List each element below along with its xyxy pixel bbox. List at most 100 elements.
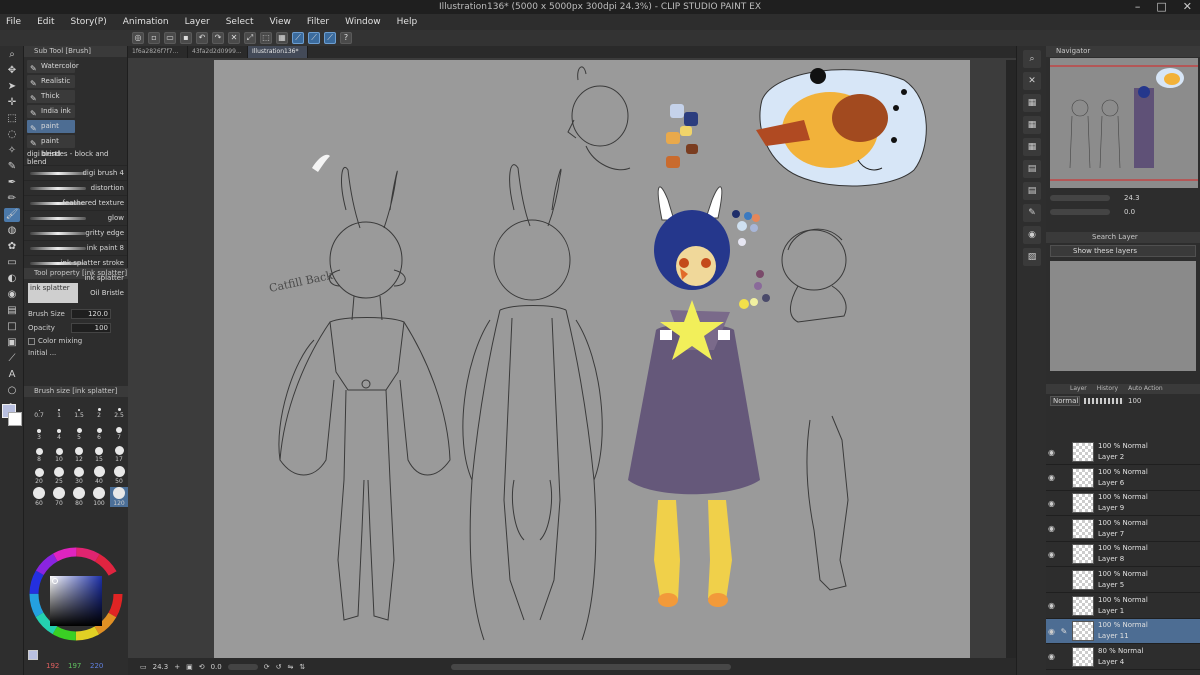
brush-size-option[interactable]: 120 xyxy=(110,487,128,507)
eye-icon[interactable]: ◉ xyxy=(1048,524,1058,533)
brush-size-option[interactable]: 40 xyxy=(90,465,108,485)
snap-special-ruler-icon[interactable]: ⟋ xyxy=(308,32,320,44)
menu-window[interactable]: Window xyxy=(345,17,381,27)
eye-icon[interactable]: ◉ xyxy=(1048,601,1058,610)
brush-size-option[interactable]: 7 xyxy=(110,421,128,441)
move-tool-icon[interactable]: ✥ xyxy=(4,64,20,78)
eye-icon[interactable]: ◉ xyxy=(1048,652,1058,661)
layer-row[interactable]: ◉ 100 % Normal Layer 7 xyxy=(1046,517,1200,542)
color-mixing-checkbox[interactable] xyxy=(28,337,35,345)
layer-row[interactable]: ◉ 100 % Normal Layer 1 xyxy=(1046,594,1200,619)
figure-tool-icon[interactable]: □ xyxy=(4,320,20,334)
zoom-value[interactable]: 24.3 xyxy=(153,663,169,671)
clear-icon[interactable]: ✕ xyxy=(228,32,240,44)
brush-size-option[interactable]: 2.5 xyxy=(110,399,128,419)
search-icon[interactable]: ⌕ xyxy=(1023,50,1041,68)
gradient-icon[interactable]: ▤ xyxy=(4,304,20,318)
pencil-tool-icon[interactable]: ✏ xyxy=(4,192,20,206)
eye-icon[interactable]: ◉ xyxy=(1048,499,1058,508)
menu-file[interactable]: File xyxy=(6,17,21,27)
menu-story[interactable]: Story(P) xyxy=(71,17,107,27)
fill-tool-icon[interactable]: ◉ xyxy=(4,288,20,302)
subtab-watercolor[interactable]: ✎ Watercolor xyxy=(27,60,79,73)
layer-opacity-value[interactable]: 100 xyxy=(1128,397,1141,405)
brush-size-option[interactable]: 70 xyxy=(50,487,68,507)
flip-h-icon[interactable]: ⇋ xyxy=(287,663,293,671)
layer-property-icon[interactable]: ▤ xyxy=(1023,182,1041,200)
lasso-tool-icon[interactable]: ◌ xyxy=(4,128,20,142)
open-file-icon[interactable]: ▭ xyxy=(164,32,176,44)
subtab-india-ink[interactable]: ✎ India ink xyxy=(27,105,75,118)
eye-icon[interactable]: ◉ xyxy=(1048,473,1058,482)
balloon-tool-icon[interactable]: ○ xyxy=(4,384,20,398)
eye-icon[interactable]: ◉ xyxy=(1048,550,1058,559)
minimize-button[interactable]: – xyxy=(1135,0,1141,14)
flip-v-icon[interactable]: ⇅ xyxy=(299,663,305,671)
layer-property-icon[interactable]: ▤ xyxy=(1023,160,1041,178)
fit-icon[interactable]: ▣ xyxy=(186,663,193,671)
brush-size-option[interactable]: 25 xyxy=(50,465,68,485)
brush-tool-icon[interactable]: 🖌 xyxy=(4,208,20,222)
angle-slider[interactable] xyxy=(227,663,258,670)
eraser-icon[interactable]: ▭ xyxy=(4,256,20,270)
brush-item[interactable]: ink paint 8 xyxy=(24,241,127,256)
brush-size-option[interactable]: 3 xyxy=(30,421,48,441)
menu-help[interactable]: Help xyxy=(397,17,418,27)
close-button[interactable]: ✕ xyxy=(1183,0,1192,14)
blend-tool-icon[interactable]: ◐ xyxy=(4,272,20,286)
menu-animation[interactable]: Animation xyxy=(123,17,169,27)
brush-size-option[interactable]: 6 xyxy=(90,421,108,441)
layer-row[interactable]: ◉ 100 % Normal Layer 6 xyxy=(1046,466,1200,491)
layer-row[interactable]: ◉ 100 % Normal Layer 9 xyxy=(1046,491,1200,517)
brush-size-option[interactable]: 30 xyxy=(70,465,88,485)
opacity-slider[interactable] xyxy=(1084,398,1124,404)
material-icon[interactable]: ▦ xyxy=(1023,116,1041,134)
brush-size-option[interactable]: 4 xyxy=(50,421,68,441)
menu-filter[interactable]: Filter xyxy=(307,17,329,27)
brush-size-option[interactable]: 12 xyxy=(70,443,88,463)
brush-size-option[interactable]: 0.7 xyxy=(30,399,48,419)
brush-item[interactable]: digi bristles - block and blend xyxy=(24,150,127,166)
navigator-zoom-slider[interactable] xyxy=(1050,195,1110,201)
opacity-value[interactable]: 100 xyxy=(71,323,111,333)
reset-rotation-icon[interactable]: ↺ xyxy=(276,663,282,671)
blend-mode-select[interactable]: Normal xyxy=(1050,396,1080,406)
subtab-paint-blend[interactable]: ✎paint blend xyxy=(27,120,75,143)
brush-size-option[interactable]: 1.5 xyxy=(70,399,88,419)
snap-ruler-icon[interactable]: ⟋ xyxy=(292,32,304,44)
canvas-scrollbar[interactable] xyxy=(1006,60,1016,658)
undo-icon[interactable]: ↶ xyxy=(196,32,208,44)
brush-size-option[interactable]: 50 xyxy=(110,465,128,485)
zoom-tool-icon[interactable]: ⌕ xyxy=(4,48,20,62)
zoom-in-icon[interactable]: + xyxy=(174,663,180,671)
brush-size-value[interactable]: 120.0 xyxy=(71,309,111,319)
select-all-icon[interactable]: ⬚ xyxy=(260,32,272,44)
eyedropper-icon[interactable]: ✎ xyxy=(4,160,20,174)
redo-icon[interactable]: ↷ xyxy=(212,32,224,44)
brush-size-option[interactable]: 60 xyxy=(30,487,48,507)
edit-icon[interactable]: ✎ xyxy=(1023,204,1041,222)
color-wheel[interactable] xyxy=(24,536,128,666)
navigator-thumbnail[interactable] xyxy=(1050,58,1198,188)
drawing-canvas[interactable]: Catfill Back xyxy=(214,60,970,658)
search-layer-dropdown[interactable]: Show these layers xyxy=(1050,245,1196,257)
magic-wand-icon[interactable]: ✧ xyxy=(4,144,20,158)
subtab-paint-blend-2[interactable]: ✎ paint blend xyxy=(27,135,75,158)
transform-icon[interactable]: ⤢ xyxy=(244,32,256,44)
layer-row[interactable]: ◉ 100 % Normal Layer 2 xyxy=(1046,440,1200,465)
subtab-realistic[interactable]: ✎Realistic w xyxy=(27,75,75,98)
brush-size-option[interactable]: 5 xyxy=(70,421,88,441)
zoom-out-icon[interactable]: ▭ xyxy=(140,663,147,671)
deselect-icon[interactable]: ▦ xyxy=(276,32,288,44)
material-icon[interactable]: ▦ xyxy=(1023,138,1041,156)
brush-size-option[interactable]: 10 xyxy=(50,443,68,463)
layer-row[interactable]: ◉ ✎ 100 % Normal Layer 11 xyxy=(1046,619,1200,645)
navigator-angle-slider[interactable] xyxy=(1050,209,1110,215)
tab-history[interactable]: History xyxy=(1097,384,1118,394)
document-tab[interactable]: 43fa2d2d0999... xyxy=(188,46,248,58)
clip-studio-icon[interactable]: ◎ xyxy=(132,32,144,44)
maximize-button[interactable]: □ xyxy=(1156,0,1166,14)
tab-layer[interactable]: Layer xyxy=(1070,384,1087,394)
brush-size-option[interactable]: 80 xyxy=(70,487,88,507)
decoration-icon[interactable]: ✿ xyxy=(4,240,20,254)
